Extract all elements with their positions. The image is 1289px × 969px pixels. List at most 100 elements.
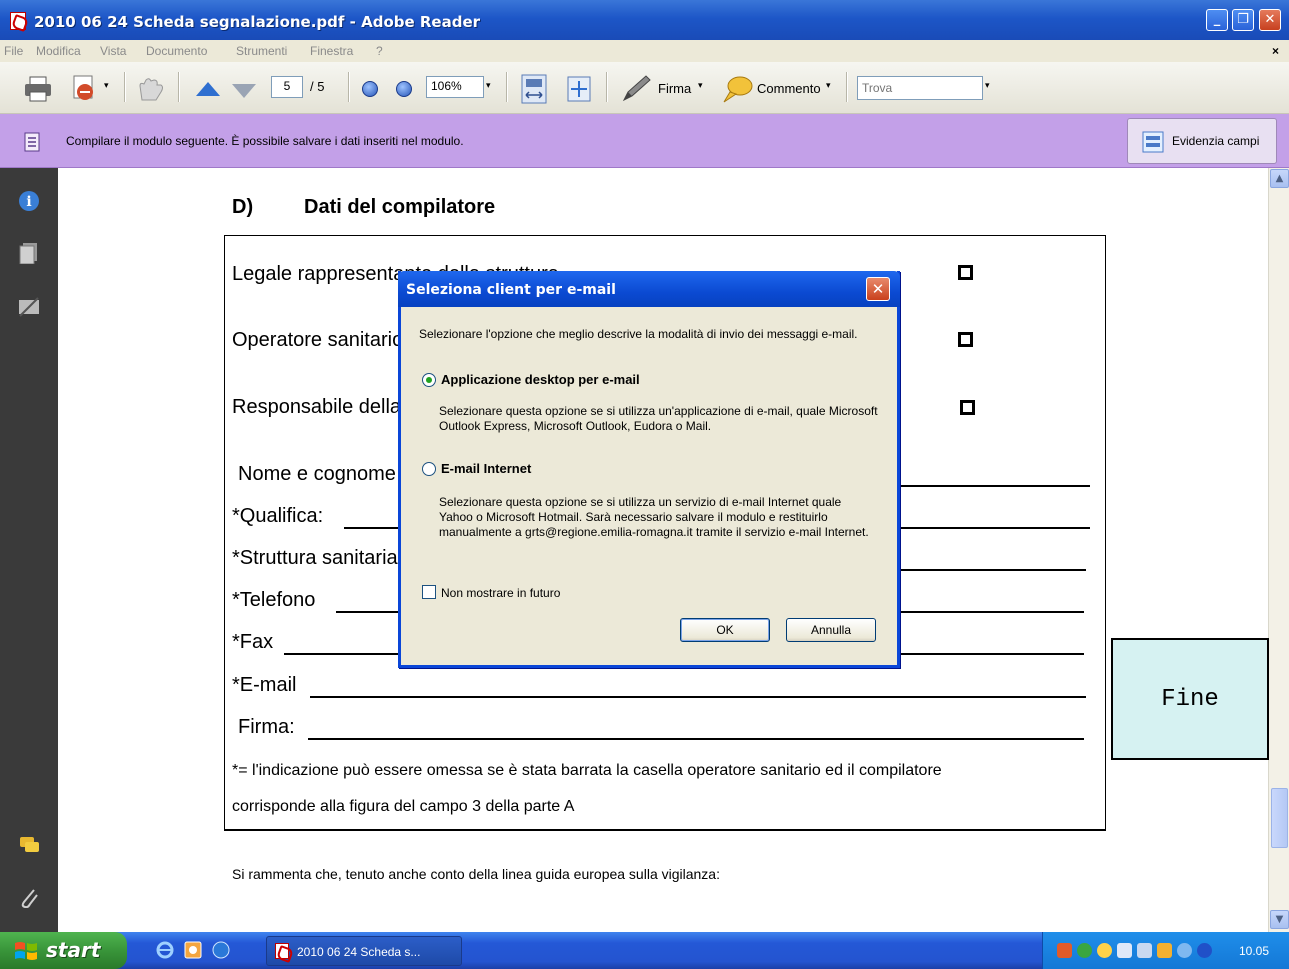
commento-dropdown-icon[interactable]: ▾ [826, 80, 831, 91]
restore-button[interactable]: ❐ [1232, 9, 1254, 31]
zoom-input[interactable]: 106% [426, 76, 484, 98]
menu-modifica[interactable]: Modifica [36, 44, 81, 58]
email-client-dialog: Seleziona client per e-mail ✕ Selezionar… [398, 271, 900, 668]
telefono-label: *Telefono [232, 589, 316, 611]
toolbar-separator [846, 72, 848, 102]
internet-email-description: Selezionare questa opzione se si utilizz… [439, 495, 869, 539]
fit-page-icon[interactable] [567, 76, 591, 102]
fit-width-icon[interactable] [520, 74, 548, 104]
legale-checkbox[interactable] [958, 265, 973, 280]
windows-logo-icon [15, 942, 37, 960]
scroll-up-icon[interactable]: ▲ [1270, 169, 1289, 188]
tray-app-icon[interactable] [1057, 943, 1072, 958]
menu-file[interactable]: File [4, 44, 23, 58]
desktop-email-label[interactable]: Applicazione desktop per e-mail [441, 372, 640, 387]
qualifica-label: *Qualifica: [232, 505, 324, 527]
toolbar-separator [606, 72, 608, 102]
pages-icon[interactable] [18, 242, 40, 264]
operatore-label: Operatore sanitario [232, 329, 404, 351]
toolbar: ▾ 5 / 5 106% ▾ Firma ▾ Commento ▾ ▾ [0, 62, 1289, 114]
print-icon[interactable] [24, 76, 52, 102]
toolbar-separator [178, 72, 180, 102]
comments-panel-icon[interactable] [18, 834, 40, 856]
next-page-icon[interactable] [232, 84, 256, 98]
toolbar-separator [124, 72, 126, 102]
close-button[interactable]: ✕ [1259, 9, 1281, 31]
scroll-thumb[interactable] [1271, 788, 1288, 848]
info-icon[interactable]: i [18, 190, 40, 212]
dont-show-checkbox[interactable] [422, 585, 436, 599]
commento-button[interactable]: Commento [757, 81, 821, 96]
attachments-icon[interactable] [18, 886, 40, 908]
highlight-fields-button[interactable]: Evidenzia campi [1127, 118, 1277, 164]
desktop-email-radio[interactable] [422, 373, 436, 387]
start-button[interactable]: start [0, 932, 127, 969]
section-letter: D) [232, 196, 254, 218]
zoom-dropdown-icon[interactable]: ▾ [486, 80, 491, 91]
email-dropdown-icon[interactable]: ▾ [104, 80, 109, 91]
window-title: 2010 06 24 Scheda segnalazione.pdf - Ado… [34, 13, 481, 31]
responsabile-checkbox[interactable] [960, 400, 975, 415]
search-input[interactable] [857, 76, 983, 100]
internet-email-label[interactable]: E-mail Internet [441, 461, 531, 476]
zoom-in-icon[interactable] [396, 81, 412, 97]
svg-text:i: i [26, 194, 31, 210]
footnote-line2: corrisponde alla figura del campo 3 dell… [232, 798, 575, 815]
scroll-down-icon[interactable]: ▼ [1270, 910, 1289, 929]
comment-icon[interactable] [720, 74, 754, 104]
menu-finestra[interactable]: Finestra [310, 44, 353, 58]
task-label: 2010 06 24 Scheda s... [297, 945, 421, 959]
toolbar-separator [506, 72, 508, 102]
firma-dropdown-icon[interactable]: ▾ [698, 80, 703, 91]
tray-network-icon[interactable] [1117, 943, 1132, 958]
fine-button[interactable]: Fine [1111, 638, 1269, 760]
show-desktop-icon[interactable] [184, 941, 202, 959]
menu-documento[interactable]: Documento [146, 44, 207, 58]
taskbar: start 2010 06 24 Scheda s... 10.05 [0, 932, 1289, 969]
menu-help[interactable]: ? [376, 44, 383, 58]
vertical-scrollbar[interactable]: ▲ ▼ [1268, 168, 1289, 932]
fine-label: Fine [1161, 686, 1219, 713]
document-close-button[interactable]: × [1272, 44, 1279, 58]
annulla-button[interactable]: Annulla [786, 618, 876, 642]
system-tray: 10.05 [1042, 932, 1289, 969]
form-icon [24, 132, 40, 152]
tray-wave-icon[interactable] [1197, 943, 1212, 958]
banner-message: Compilare il modulo seguente. È possibil… [66, 134, 464, 148]
firma-line[interactable] [308, 738, 1084, 740]
tray-refresh-icon[interactable] [1177, 943, 1192, 958]
menu-strumenti[interactable]: Strumenti [236, 44, 287, 58]
page-number-input[interactable]: 5 [271, 76, 303, 98]
sign-pen-icon[interactable] [620, 74, 654, 104]
dialog-titlebar: Seleziona client per e-mail ✕ [398, 271, 900, 307]
signatures-icon[interactable] [18, 296, 40, 318]
internet-email-radio[interactable] [422, 462, 436, 476]
section-title: Dati del compilatore [304, 196, 496, 218]
struttura-label: *Struttura sanitaria [232, 547, 398, 569]
form-banner: Compilare il modulo seguente. È possibil… [0, 114, 1289, 168]
ok-button[interactable]: OK [680, 618, 770, 642]
tray-sync-icon[interactable] [1077, 943, 1092, 958]
previous-page-icon[interactable] [196, 82, 220, 96]
search-dropdown-icon[interactable]: ▾ [985, 80, 990, 91]
minimize-button[interactable]: _ [1206, 9, 1228, 31]
hand-tool-icon[interactable] [134, 76, 168, 102]
browser-icon[interactable] [212, 941, 230, 959]
tray-shield-icon[interactable] [1157, 943, 1172, 958]
nome-label: Nome e cognome [238, 463, 396, 485]
email-line[interactable] [310, 696, 1086, 698]
zoom-out-icon[interactable] [362, 81, 378, 97]
dont-show-label[interactable]: Non mostrare in futuro [441, 586, 560, 601]
highlight-fields-icon [1142, 131, 1164, 153]
ie-icon[interactable] [156, 941, 174, 959]
tray-search-icon[interactable] [1097, 943, 1112, 958]
reminder-text: Si rammenta che, tenuto anche conto dell… [232, 866, 720, 882]
fax-label: *Fax [232, 631, 274, 653]
menu-vista[interactable]: Vista [100, 44, 126, 58]
operatore-checkbox[interactable] [958, 332, 973, 347]
email-icon[interactable] [70, 74, 100, 102]
dialog-close-button[interactable]: ✕ [866, 277, 890, 301]
taskbar-adobe-reader-task[interactable]: 2010 06 24 Scheda s... [266, 936, 462, 966]
firma-button[interactable]: Firma [658, 81, 691, 96]
tray-monitor-icon[interactable] [1137, 943, 1152, 958]
